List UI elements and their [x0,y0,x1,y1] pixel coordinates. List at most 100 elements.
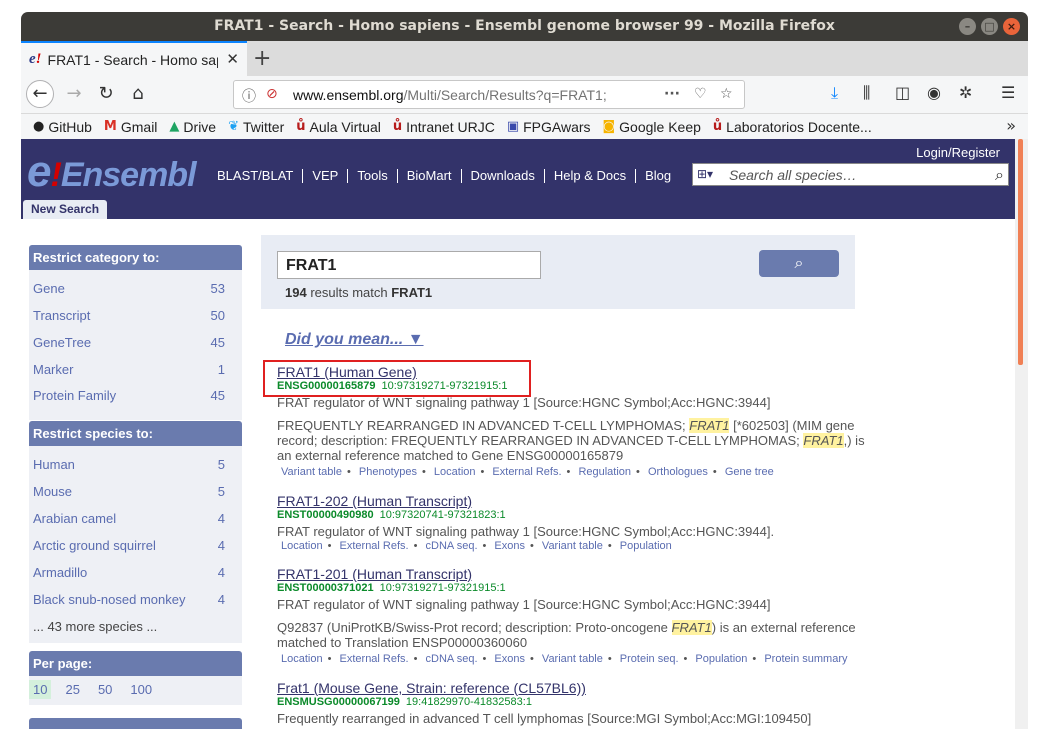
insecure-lock-icon[interactable]: ⊘ [266,86,278,102]
link-location[interactable]: Location [281,653,323,665]
facet-item-marker[interactable]: Marker 1 [29,356,242,383]
query-input[interactable]: FRAT1 [277,251,541,279]
search-icon[interactable]: ⌕ [995,165,1004,185]
result-stable-id[interactable]: ENST00000490980 [277,509,374,521]
scrollbar-thumb[interactable] [1018,139,1023,365]
bookmark-github[interactable]: ● GitHub [33,119,92,135]
link-exons[interactable]: Exons [494,653,525,665]
facet-item-transcript[interactable]: Transcript 50 [29,302,242,329]
link-external-refs[interactable]: External Refs. [492,466,561,478]
result-links: Location • External Refs. • cDNA seq. • Exo… [281,540,672,552]
browser-tab[interactable]: e! FRAT1 - Search - Homo sapiens ✕ [21,41,247,76]
species-search-box[interactable]: ⊞▾ Search all species… ⌕ [692,163,1009,186]
link-regulation[interactable]: Regulation [578,466,631,478]
link-external-refs[interactable]: External Refs. [340,653,409,665]
ensembl-masthead: e!Ensembl BLAST/BLAT VEP Tools BioMart D… [21,139,1015,219]
new-tab-icon[interactable]: + [253,46,271,71]
per-page-option-10[interactable]: 10 [29,680,52,699]
result-location[interactable]: 10:97319271-97321915:1 [380,582,506,594]
facet-item-protein-family[interactable]: Protein Family 45 [29,383,242,410]
info-icon[interactable]: ⓘ [242,86,256,106]
bookmark-laboratorios[interactable]: ů Laboratorios Docente... [713,119,872,135]
forward-button-icon[interactable]: → [61,81,87,107]
home-icon[interactable]: ⌂ [125,81,151,107]
more-bookmarks-icon[interactable]: » [1006,116,1016,135]
link-population[interactable]: Population [695,653,747,665]
per-page-option-25[interactable]: 25 [61,680,83,699]
link-external-refs[interactable]: External Refs. [340,540,409,552]
did-you-mean-link[interactable]: Did you mean... ▼ [285,331,424,349]
link-orthologues[interactable]: Orthologues [648,466,708,478]
link-protein-seq[interactable]: Protein seq. [620,653,679,665]
nav-help-docs[interactable]: Help & Docs [545,169,637,183]
search-input[interactable]: Search all species… [729,167,857,183]
search-submit-button[interactable]: ⌕ [759,250,839,277]
facet-item-black-snub-nosed-monkey[interactable]: Black snub-nosed monkey 4 [29,586,242,613]
tab-new-search[interactable]: New Search [23,200,108,219]
result-title-link[interactable]: Frat1 (Mouse Gene, Strain: reference (CL… [277,680,877,696]
link-population[interactable]: Population [620,540,672,552]
tab-close-icon[interactable]: ✕ [226,50,239,68]
link-variant-table[interactable]: Variant table [542,540,603,552]
link-exons[interactable]: Exons [494,540,525,552]
maximize-icon[interactable]: □ [981,18,998,35]
nav-blast[interactable]: BLAST/BLAT [217,169,304,183]
facet-item-mouse[interactable]: Mouse 5 [29,478,242,505]
downloads-icon[interactable]: ⤓ [831,83,838,103]
close-window-icon[interactable]: × [1003,18,1020,35]
nav-biomart[interactable]: BioMart [398,169,462,183]
facet-item-arctic-ground-squirrel[interactable]: Arctic ground squirrel 4 [29,532,242,559]
nav-downloads[interactable]: Downloads [462,169,545,183]
url-text[interactable]: www.ensembl.org/Multi/Search/Results?q=F… [293,87,638,103]
facet-item-human[interactable]: Human 5 [29,451,242,478]
link-variant-table[interactable]: Variant table [281,466,342,478]
menu-icon[interactable]: ☰ [1001,83,1015,102]
facet-item-armadillo[interactable]: Armadillo 4 [29,559,242,586]
link-cdna-seq[interactable]: cDNA seq. [426,540,478,552]
result-stable-id[interactable]: ENST00000371021 [277,582,374,594]
nav-tools[interactable]: Tools [348,169,398,183]
link-protein-summary[interactable]: Protein summary [764,653,847,665]
login-register-link[interactable]: Login/Register [916,145,1000,160]
link-gene-tree[interactable]: Gene tree [725,466,774,478]
bookmark-gmail[interactable]: M Gmail [104,119,158,135]
minimize-icon[interactable]: – [959,18,976,35]
bookmark-star-icon[interactable]: ☆ [720,86,733,102]
link-phenotypes[interactable]: Phenotypes [359,466,417,478]
link-cdna-seq[interactable]: cDNA seq. [426,653,478,665]
facet-item-gene[interactable]: Gene 53 [29,275,242,302]
bookmark-aula-virtual[interactable]: ů Aula Virtual [296,119,381,135]
more-species-link[interactable]: ... 43 more species ... [29,613,242,643]
sidebar-icon[interactable]: ◫ [895,83,910,102]
result-title-link[interactable]: FRAT1-201 (Human Transcript) [277,566,877,582]
link-variant-table[interactable]: Variant table [542,653,603,665]
result-title-link[interactable]: FRAT1-202 (Human Transcript) [277,493,877,509]
link-location[interactable]: Location [434,466,476,478]
bookmark-google-keep[interactable]: ◙ Google Keep [603,119,701,135]
back-button-icon[interactable]: ← [26,80,54,108]
library-icon[interactable]: ⫼ [863,83,870,103]
result-location[interactable]: 19:41829970-41832583:1 [406,696,532,708]
result-stable-id[interactable]: ENSMUSG00000067199 [277,696,400,708]
reload-icon[interactable]: ↻ [93,81,119,107]
bookmark-intranet-urjc[interactable]: ů Intranet URJC [393,119,495,135]
page-actions-icon[interactable]: ··· [664,86,680,102]
link-location[interactable]: Location [281,540,323,552]
per-page-option-50[interactable]: 50 [94,680,116,699]
facet-item-arabian-camel[interactable]: Arabian camel 4 [29,505,242,532]
extension-icon[interactable]: ✲ [959,83,972,102]
nav-vep[interactable]: VEP [303,169,349,183]
pocket-icon[interactable]: ♡ [694,86,707,102]
url-bar[interactable]: ⓘ ⊘ www.ensembl.org/Multi/Search/Results… [233,80,745,109]
bookmark-drive[interactable]: ▲ Drive [169,119,216,135]
ensembl-logo[interactable]: e!Ensembl [27,147,197,197]
per-page-option-100[interactable]: 100 [126,680,156,699]
nav-blog[interactable]: Blog [636,169,680,183]
result-location[interactable]: 10:97320741-97321823:1 [380,509,506,521]
bookmark-twitter[interactable]: ❦ Twitter [228,119,284,135]
species-selector-icon[interactable]: ⊞▾ [697,167,713,181]
page-scrollbar[interactable] [1015,139,1028,729]
account-icon[interactable]: ◉ [927,83,941,102]
bookmark-fpgawars[interactable]: ▣ FPGAwars [507,119,591,135]
facet-item-genetree[interactable]: GeneTree 45 [29,329,242,356]
